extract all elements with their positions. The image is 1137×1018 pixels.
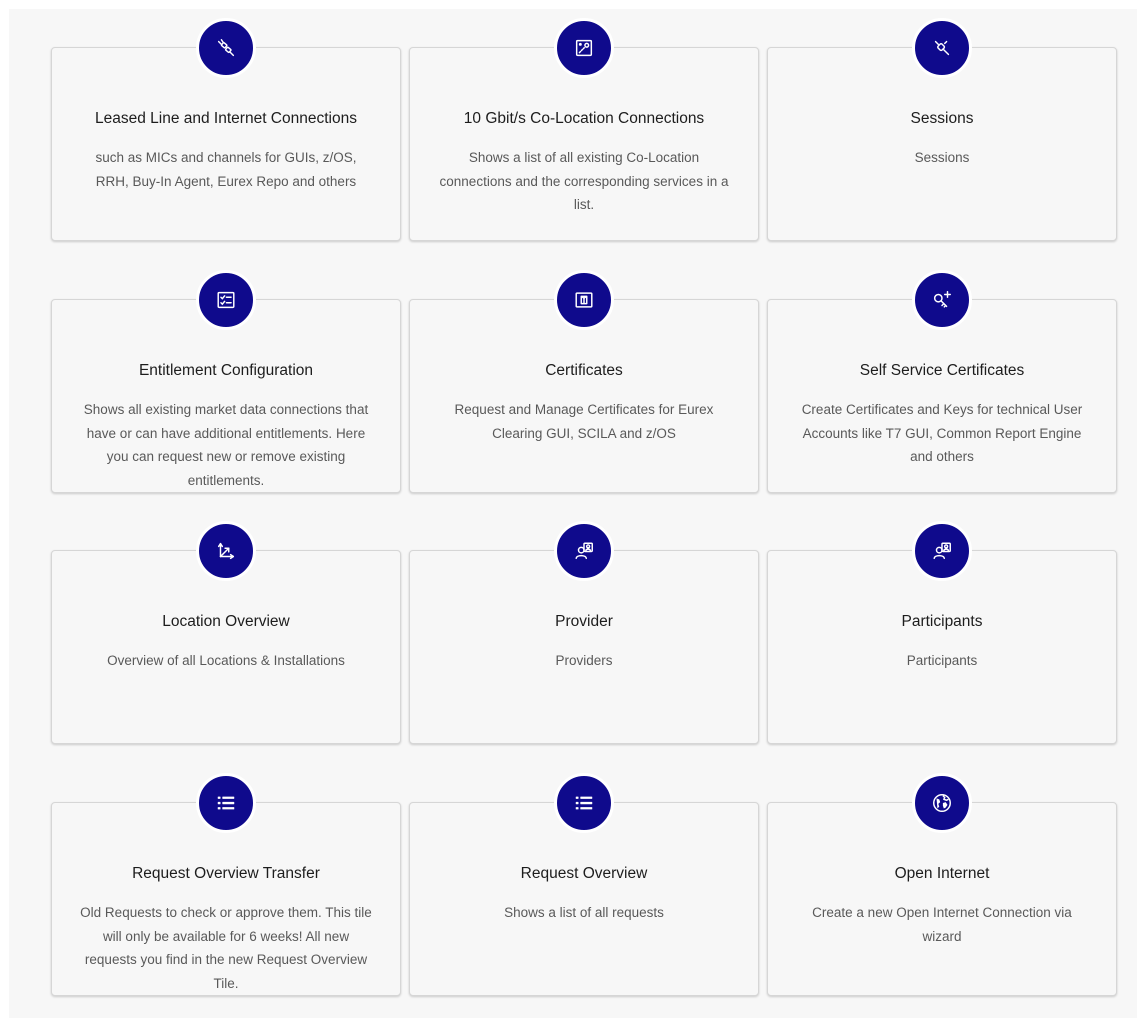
tile-title: Request Overview Transfer [132,865,320,882]
tile-title: Certificates [545,362,623,379]
key-add-icon [912,270,972,330]
tile-colocation-connections[interactable]: 10 Gbit/s Co-Location Connections Shows … [409,18,759,241]
tile-title: Location Overview [162,613,290,630]
list-icon [196,773,256,833]
tile-location-overview[interactable]: Location Overview Overview of all Locati… [51,521,401,744]
certificate-icon [554,270,614,330]
tile-title: Self Service Certificates [859,362,1025,379]
list-icon [554,773,614,833]
network-map-icon [554,18,614,78]
tile-description: Shows a list of all existing Co-Location… [439,150,729,212]
tile-title: Request Overview [520,865,648,882]
tile-participants[interactable]: Participants Participants [767,521,1117,744]
tile-description: Participants [906,653,978,668]
tile-description: Create a new Open Internet Connection vi… [812,905,1072,944]
axis-arrows-icon [196,521,256,581]
group-icon [912,521,972,581]
tile-sessions[interactable]: Sessions Sessions [767,18,1117,241]
tile-provider[interactable]: Provider Providers [409,521,759,744]
tile-description: Shows a list of all requests [504,905,664,920]
tile-description: such as MICs and channels for GUIs, z/OS… [95,150,357,189]
tile-self-service-certificates[interactable]: Self Service Certificates Create Certifi… [767,270,1117,493]
tile-title: Provider [555,613,613,630]
tile-title: Leased Line and Internet Connections [95,110,357,127]
tile-description: Create Certificates and Keys for technic… [801,402,1083,464]
tile-description: Sessions [914,150,970,165]
tile-request-overview-transfer[interactable]: Request Overview Transfer Old Requests t… [51,773,401,996]
checklist-icon [196,270,256,330]
disconnected-plug-icon [912,18,972,78]
tile-title: Open Internet [894,865,990,882]
tile-description: Overview of all Locations & Installation… [107,653,345,668]
tile-title: Participants [901,613,983,630]
tile-title: 10 Gbit/s Co-Location Connections [463,110,705,127]
tile-description: Shows all existing market data connectio… [83,402,369,488]
tile-leased-line-connections[interactable]: Leased Line and Internet Connections suc… [51,18,401,241]
tile-certificates[interactable]: Certificates Request and Manage Certific… [409,270,759,493]
tile-description: Request and Manage Certificates for Eure… [454,402,714,441]
tile-title: Sessions [910,110,974,127]
tile-open-internet[interactable]: Open Internet Create a new Open Internet… [767,773,1117,996]
launchpad-page: Leased Line and Internet Connections suc… [9,9,1137,1018]
group-icon [554,521,614,581]
tile-description: Providers [555,653,613,668]
tile-request-overview[interactable]: Request Overview Shows a list of all req… [409,773,759,996]
plug-connection-icon [196,18,256,78]
tile-description: Old Requests to check or approve them. T… [80,905,372,991]
tile-entitlement-configuration[interactable]: Entitlement Configuration Shows all exis… [51,270,401,493]
tile-title: Entitlement Configuration [138,362,314,379]
globe-icon [912,773,972,833]
